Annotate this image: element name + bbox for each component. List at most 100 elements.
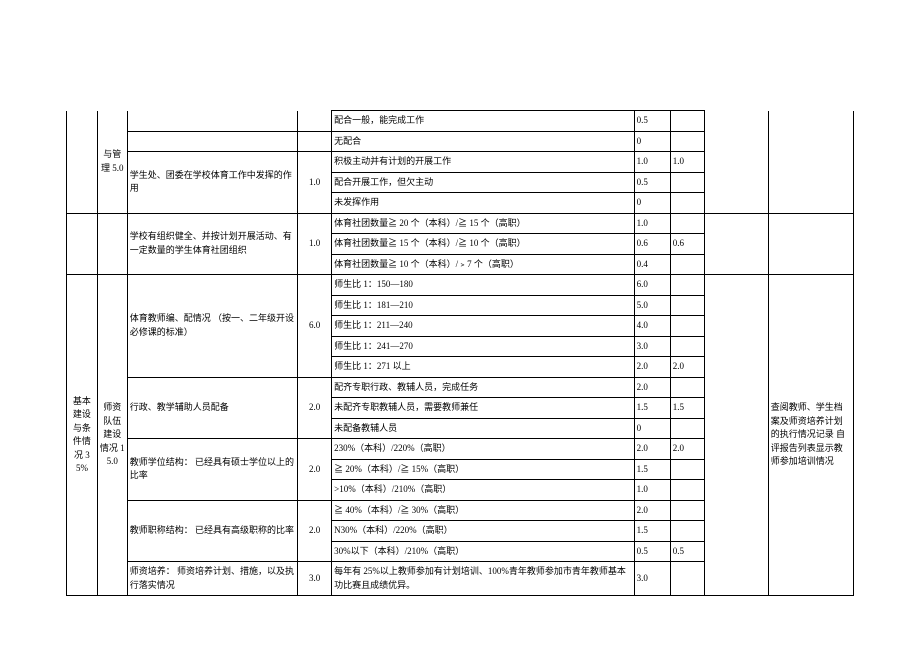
col1-empty-top xyxy=(67,111,98,214)
row-score xyxy=(670,480,704,501)
row-score: 2.0 xyxy=(670,439,704,460)
row-score xyxy=(670,172,704,193)
row-desc: >10%（本科）/210%（高职） xyxy=(332,480,634,501)
row-pt: 0.5 xyxy=(634,172,670,193)
row-pt: 0 xyxy=(634,418,670,439)
row-score xyxy=(670,336,704,357)
row-pt: 5.0 xyxy=(634,295,670,316)
row-score xyxy=(670,213,704,234)
row-pt: 2.0 xyxy=(634,439,670,460)
row-desc: 每年有 25%以上教师参加有计划培训、100%青年教师参加市青年教师基本功比赛且… xyxy=(332,562,634,596)
col1-basic: 基本建设与条件情况 35% xyxy=(67,275,98,596)
row-score: 1.5 xyxy=(670,398,704,419)
row-desc: 未配备教辅人员 xyxy=(332,418,634,439)
row-desc: ≧ 40%（本科）/≧ 30%（高职） xyxy=(332,500,634,521)
row-score xyxy=(670,193,704,214)
row-pt: 4.0 xyxy=(634,316,670,337)
row-pt: 2.0 xyxy=(634,357,670,378)
row-desc: 师生比 1：271 以上 xyxy=(332,357,634,378)
row-score xyxy=(670,254,704,275)
row-desc: 师生比 1：241—270 xyxy=(332,336,634,357)
row-pt: 2.0 xyxy=(634,377,670,398)
ind-xueshengchu: 学生处、团委在学校体育工作中发挥的作用 xyxy=(127,152,297,214)
row-score xyxy=(670,377,704,398)
ind-xuewei-w: 2.0 xyxy=(298,439,332,501)
row-desc: 无配合 xyxy=(332,131,634,152)
row-desc: 体育社团数量≧ 20 个（本科）/≧ 15 个（高职） xyxy=(332,213,634,234)
row-score xyxy=(670,500,704,521)
row-desc: ≧ 20%（本科）/≧ 15%（高职） xyxy=(332,459,634,480)
row-pt: 1.5 xyxy=(634,521,670,542)
row-pt: 1.0 xyxy=(634,480,670,501)
row-pt: 0 xyxy=(634,131,670,152)
row-desc: 230%（本科）/220%（高职） xyxy=(332,439,634,460)
ind-xuewei: 教师学位结构： 已经具有硕士学位以上的比率 xyxy=(127,439,297,501)
row-pt: 2.0 xyxy=(634,500,670,521)
col8-empty3 xyxy=(704,275,768,596)
row-pt: 1.5 xyxy=(634,398,670,419)
row-score xyxy=(670,418,704,439)
ind-shetuan-w: 1.0 xyxy=(298,213,332,275)
ind-jiaoshibian-w: 6.0 xyxy=(298,275,332,378)
row-score xyxy=(670,295,704,316)
col8-empty xyxy=(704,111,768,214)
ind-xingzheng-w: 2.0 xyxy=(298,377,332,439)
row-desc: 未发挥作用 xyxy=(332,193,634,214)
row-desc: 积极主动并有计划的开展工作 xyxy=(332,152,634,173)
row-pt: 1.0 xyxy=(634,213,670,234)
evaluation-table: 与管理 5.0 配合一般，能完成工作 0.5 无配合 0 学生处、团委在学校体育… xyxy=(66,110,854,596)
note-3: 查阅教师、学生档案及师资培养计划的执行情况记录 自评报告列表显示教师参加培训情况 xyxy=(768,275,853,596)
row-desc: N30%（本科）/220%（高职） xyxy=(332,521,634,542)
ind-peiyang: 师资培养： 师资培养计划、措施，以及执行落实情况 xyxy=(127,562,297,596)
ind-xueshengchu-w: 1.0 xyxy=(298,152,332,214)
ind-zhicheng-w: 2.0 xyxy=(298,500,332,562)
row-pt: 0.5 xyxy=(634,541,670,562)
row-desc: 未配齐专职教辅人员，需要教师兼任 xyxy=(332,398,634,419)
row-score xyxy=(670,562,704,596)
row-score: 0.6 xyxy=(670,234,704,255)
row-pt: 6.0 xyxy=(634,275,670,296)
row-desc: 师生比 1：181—210 xyxy=(332,295,634,316)
ind-peiyang-w: 3.0 xyxy=(298,562,332,596)
row-desc: 配齐专职行政、教辅人员，完成任务 xyxy=(332,377,634,398)
col8-empty2 xyxy=(704,213,768,275)
row-pt: 0.6 xyxy=(634,234,670,255)
row-pt: 3.0 xyxy=(634,336,670,357)
row-pt: 0.4 xyxy=(634,254,670,275)
ind-prev-cont-w xyxy=(298,111,332,132)
row-desc: 配合开展工作，但欠主动 xyxy=(332,172,634,193)
ind-zhicheng: 教师职称结构： 已经具有高级职称的比率 xyxy=(127,500,297,562)
ind-prev-cont2-w xyxy=(298,131,332,152)
row-pt: 1.5 xyxy=(634,459,670,480)
row-desc: 师生比 1：150—180 xyxy=(332,275,634,296)
ind-shetuan: 学校有组织健全、并按计划开展活动、有一定数量的学生体育社团组织 xyxy=(127,213,297,275)
row-score: 1.0 xyxy=(670,152,704,173)
row-score xyxy=(670,316,704,337)
ind-xingzheng: 行政、教学辅助人员配备 xyxy=(127,377,297,439)
row-score xyxy=(670,521,704,542)
row-desc: 体育社团数量≧ 10 个（本科）/﹥7 个（高职） xyxy=(332,254,634,275)
col2-empty-mid xyxy=(97,213,127,275)
row-pt: 3.0 xyxy=(634,562,670,596)
row-pt: 0.5 xyxy=(634,111,670,132)
row-desc: 体育社团数量≧ 15 个（本科）/≧ 10 个（高职） xyxy=(332,234,634,255)
row-desc: 师生比 1：211—240 xyxy=(332,316,634,337)
row-desc: 30%以下（本科）/210%（高职） xyxy=(332,541,634,562)
row-score: 2.0 xyxy=(670,357,704,378)
col1-empty-mid xyxy=(67,213,98,275)
col2-shizi: 师资队伍建设情况 15.0 xyxy=(97,275,127,596)
row-score xyxy=(670,275,704,296)
ind-prev-cont2 xyxy=(127,131,297,152)
ind-jiaoshibian: 体育教师编、配情况 （按一、二年级开设必修课的标准） xyxy=(127,275,297,378)
note-2 xyxy=(768,213,853,275)
row-desc: 配合一般，能完成工作 xyxy=(332,111,634,132)
ind-prev-cont xyxy=(127,111,297,132)
note-1 xyxy=(768,111,853,214)
row-pt: 1.0 xyxy=(634,152,670,173)
row-score xyxy=(670,131,704,152)
row-score xyxy=(670,111,704,132)
col2-guanli: 与管理 5.0 xyxy=(97,111,127,214)
row-score: 0.5 xyxy=(670,541,704,562)
row-score xyxy=(670,459,704,480)
row-pt: 0 xyxy=(634,193,670,214)
